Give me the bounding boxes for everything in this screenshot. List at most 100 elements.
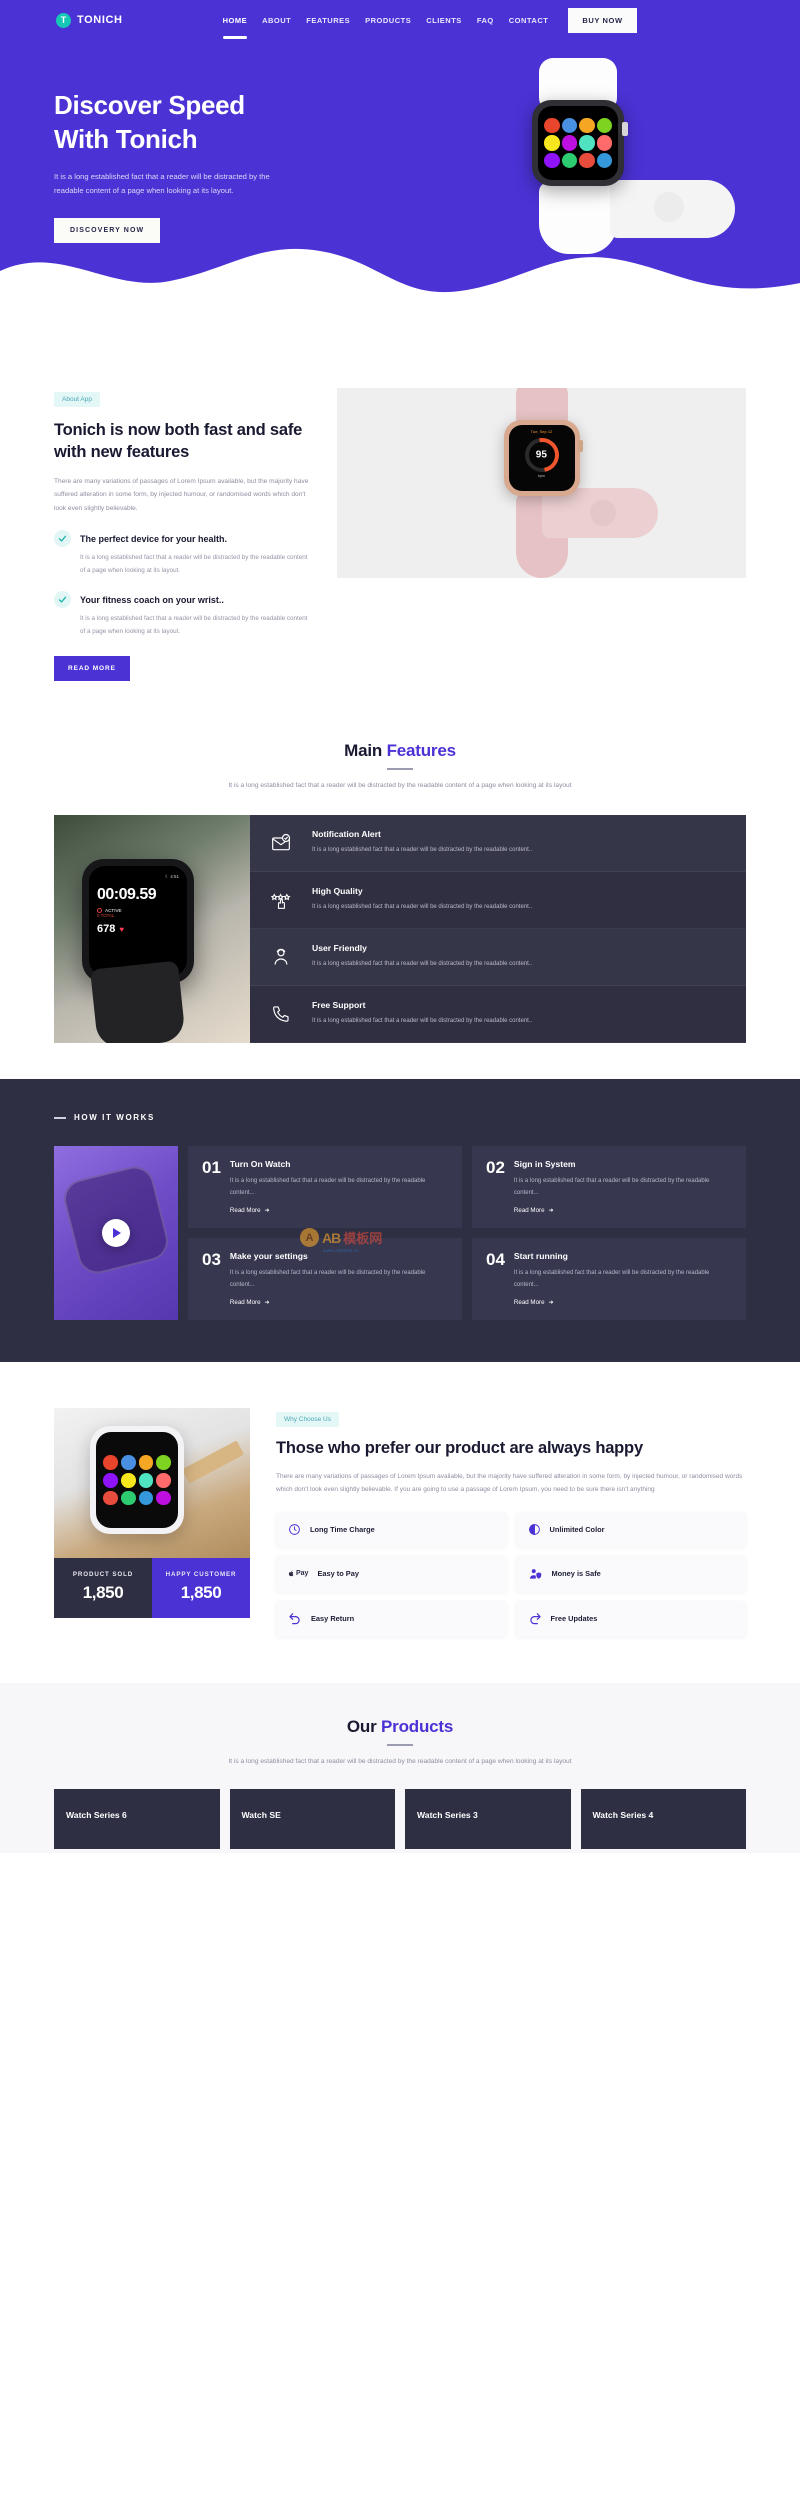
discovery-now-button[interactable]: DISCOVERY NOW	[54, 217, 161, 243]
how-card-desc: It is a long established fact that a rea…	[229, 1270, 426, 1289]
why-tag-badge: Why Choose Us	[276, 1412, 339, 1428]
nav-link-products[interactable]: PRODUCTS	[365, 13, 411, 28]
checklist-title: Your fitness coach on your wrist..	[80, 595, 224, 606]
how-card-title: Turn On Watch	[229, 1159, 291, 1170]
features-description: It is a long established fact that a rea…	[228, 782, 572, 790]
product-card-watch-se[interactable]: Watch SE	[229, 1788, 395, 1849]
about-read-more-button[interactable]: READ MORE	[54, 656, 130, 682]
stat-label: PRODUCT SOLD	[72, 1571, 134, 1579]
why-benefits-grid: Long Time Charge Unlimited Color Pay Eas…	[276, 1511, 746, 1637]
white-watch-face	[96, 1432, 178, 1529]
check-icon	[54, 530, 71, 548]
checklist-item: Your fitness coach on your wrist.. It is…	[54, 590, 309, 638]
benefit-money-is-safe[interactable]: Money is Safe	[515, 1555, 746, 1592]
white-watch-body	[90, 1426, 184, 1535]
products-description: It is a long established fact that a rea…	[228, 1757, 572, 1765]
feature-card-high-quality[interactable]: High Quality It is a long established fa…	[250, 872, 746, 930]
how-card-1[interactable]: 01 Turn On Watch It is a long establishe…	[188, 1146, 462, 1229]
mail-check-icon	[250, 833, 312, 853]
how-card-read-more[interactable]: Read More ➜	[514, 1207, 732, 1214]
workout-screen: ☾ 4:51 00:09.59 ACTIVE 0 TOTAL 678 ♥	[89, 866, 187, 977]
how-card-read-more[interactable]: Read More ➜	[230, 1207, 448, 1214]
feature-card-title: High Quality	[312, 886, 363, 897]
feature-card-desc: It is a long established fact that a rea…	[312, 904, 533, 911]
watch-body	[532, 100, 628, 186]
brand-logo[interactable]: T TONICH	[56, 12, 123, 28]
star-rating-click-icon	[250, 890, 312, 910]
benefit-long-time-charge[interactable]: Long Time Charge	[276, 1511, 507, 1547]
feature-card-desc: It is a long established fact that a rea…	[312, 961, 533, 968]
why-left-column: PRODUCT SOLD 1,850 HAPPY CUSTOMER 1,850	[54, 1408, 250, 1636]
why-product-photo	[54, 1408, 250, 1559]
feature-card-text: High Quality It is a long established fa…	[312, 886, 552, 914]
phone-icon	[250, 1004, 312, 1024]
about-checklist: The perfect device for your health. It i…	[54, 529, 309, 638]
feature-card-user-friendly[interactable]: User Friendly It is a long established f…	[250, 929, 746, 987]
how-card-read-more[interactable]: Read More ➜	[230, 1299, 448, 1306]
stat-product-sold: PRODUCT SOLD 1,850	[54, 1558, 152, 1619]
arrow-right-icon: ➜	[264, 1299, 270, 1307]
benefit-easy-to-pay[interactable]: Pay Easy to Pay	[276, 1555, 507, 1592]
contrast-circle-icon	[528, 1523, 541, 1536]
how-card-read-more[interactable]: Read More ➜	[514, 1299, 732, 1306]
product-card-watch-series-4[interactable]: Watch Series 4	[580, 1788, 746, 1849]
how-card-desc: It is a long established fact that a rea…	[513, 1270, 710, 1289]
benefit-label: Long Time Charge	[310, 1524, 375, 1534]
user-support-icon	[250, 947, 312, 967]
hero-title-line2: With Tonich	[54, 124, 198, 155]
hero-title: Discover Speed With Tonich	[54, 88, 330, 157]
about-tag-badge: About App	[54, 392, 100, 407]
benefit-easy-return[interactable]: Easy Return	[276, 1600, 507, 1637]
how-card-number: 04	[486, 1250, 505, 1270]
watch-progress-ring: 95	[517, 431, 566, 479]
product-card-watch-series-6[interactable]: Watch Series 6	[54, 1788, 220, 1849]
checklist-desc: It is a long established fact that a rea…	[80, 554, 308, 574]
main-features-section: Main Features It is a long established f…	[0, 681, 800, 1044]
how-card-desc: It is a long established fact that a rea…	[229, 1178, 426, 1197]
arrow-right-icon: ➜	[264, 1207, 270, 1215]
features-card-list: Notification Alert It is a long establis…	[250, 815, 746, 1044]
nav-link-clients[interactable]: CLIENTS	[426, 13, 462, 28]
how-card-4[interactable]: 04 Start running It is a long establishe…	[472, 1238, 746, 1321]
features-title: Main Features	[0, 741, 800, 761]
how-it-works-section: HOW IT WORKS 01 Turn On Watch It is a lo…	[0, 1079, 800, 1363]
nav-link-faq[interactable]: FAQ	[477, 13, 494, 28]
pencil-prop	[181, 1440, 245, 1484]
feature-card-title: Free Support	[312, 1000, 366, 1011]
checklist-item: The perfect device for your health. It i…	[54, 529, 309, 577]
nav-link-home[interactable]: HOME	[222, 13, 248, 39]
play-triangle-icon	[113, 1228, 121, 1239]
benefit-label: Free Updates	[550, 1614, 598, 1624]
product-name: Watch Series 6	[66, 1809, 127, 1820]
benefit-free-updates[interactable]: Free Updates	[515, 1600, 746, 1637]
feature-card-free-support[interactable]: Free Support It is a long established fa…	[250, 986, 746, 1044]
feature-card-text: User Friendly It is a long established f…	[312, 943, 552, 971]
buy-now-button[interactable]: BUY NOW	[568, 7, 637, 33]
how-card-3[interactable]: 03 Make your settings It is a long estab…	[188, 1238, 462, 1321]
pink-watch-face: Tue, Sep 12 95 bpm	[508, 425, 575, 491]
features-title-rule	[387, 768, 413, 771]
how-card-number: 01	[202, 1158, 221, 1178]
workout-timer: 00:09.59	[97, 886, 157, 904]
stat-value: 1,850	[180, 1583, 222, 1603]
checklist-title: The perfect device for your health.	[80, 534, 228, 545]
nav-link-about[interactable]: ABOUT	[262, 13, 291, 28]
products-section: Our Products It is a long established fa…	[0, 1682, 800, 1853]
how-video-thumbnail[interactable]	[54, 1146, 178, 1321]
nav-link-contact[interactable]: CONTACT	[509, 13, 549, 28]
play-button[interactable]	[102, 1219, 130, 1248]
benefit-unlimited-color[interactable]: Unlimited Color	[515, 1511, 746, 1547]
benefit-label: Unlimited Color	[549, 1524, 605, 1534]
how-card-2[interactable]: 02 Sign in System It is a long establish…	[472, 1146, 746, 1229]
how-it-works-title: HOW IT WORKS	[74, 1113, 155, 1123]
nav-link-features[interactable]: FEATURES	[306, 13, 350, 28]
feature-card-title: Notification Alert	[312, 829, 381, 840]
watch-value: 95	[535, 449, 548, 461]
watch-date-text: Tue, Sep 12	[530, 429, 553, 434]
features-title-accent: Features	[386, 741, 456, 761]
feature-card-notification-alert[interactable]: Notification Alert It is a long establis…	[250, 815, 746, 873]
how-it-works-label: HOW IT WORKS	[54, 1113, 746, 1122]
product-card-watch-series-3[interactable]: Watch Series 3	[405, 1788, 571, 1849]
workout-kcal: 0 TOTAL	[97, 913, 115, 919]
why-description: There are many variations of passages of…	[276, 1473, 743, 1494]
